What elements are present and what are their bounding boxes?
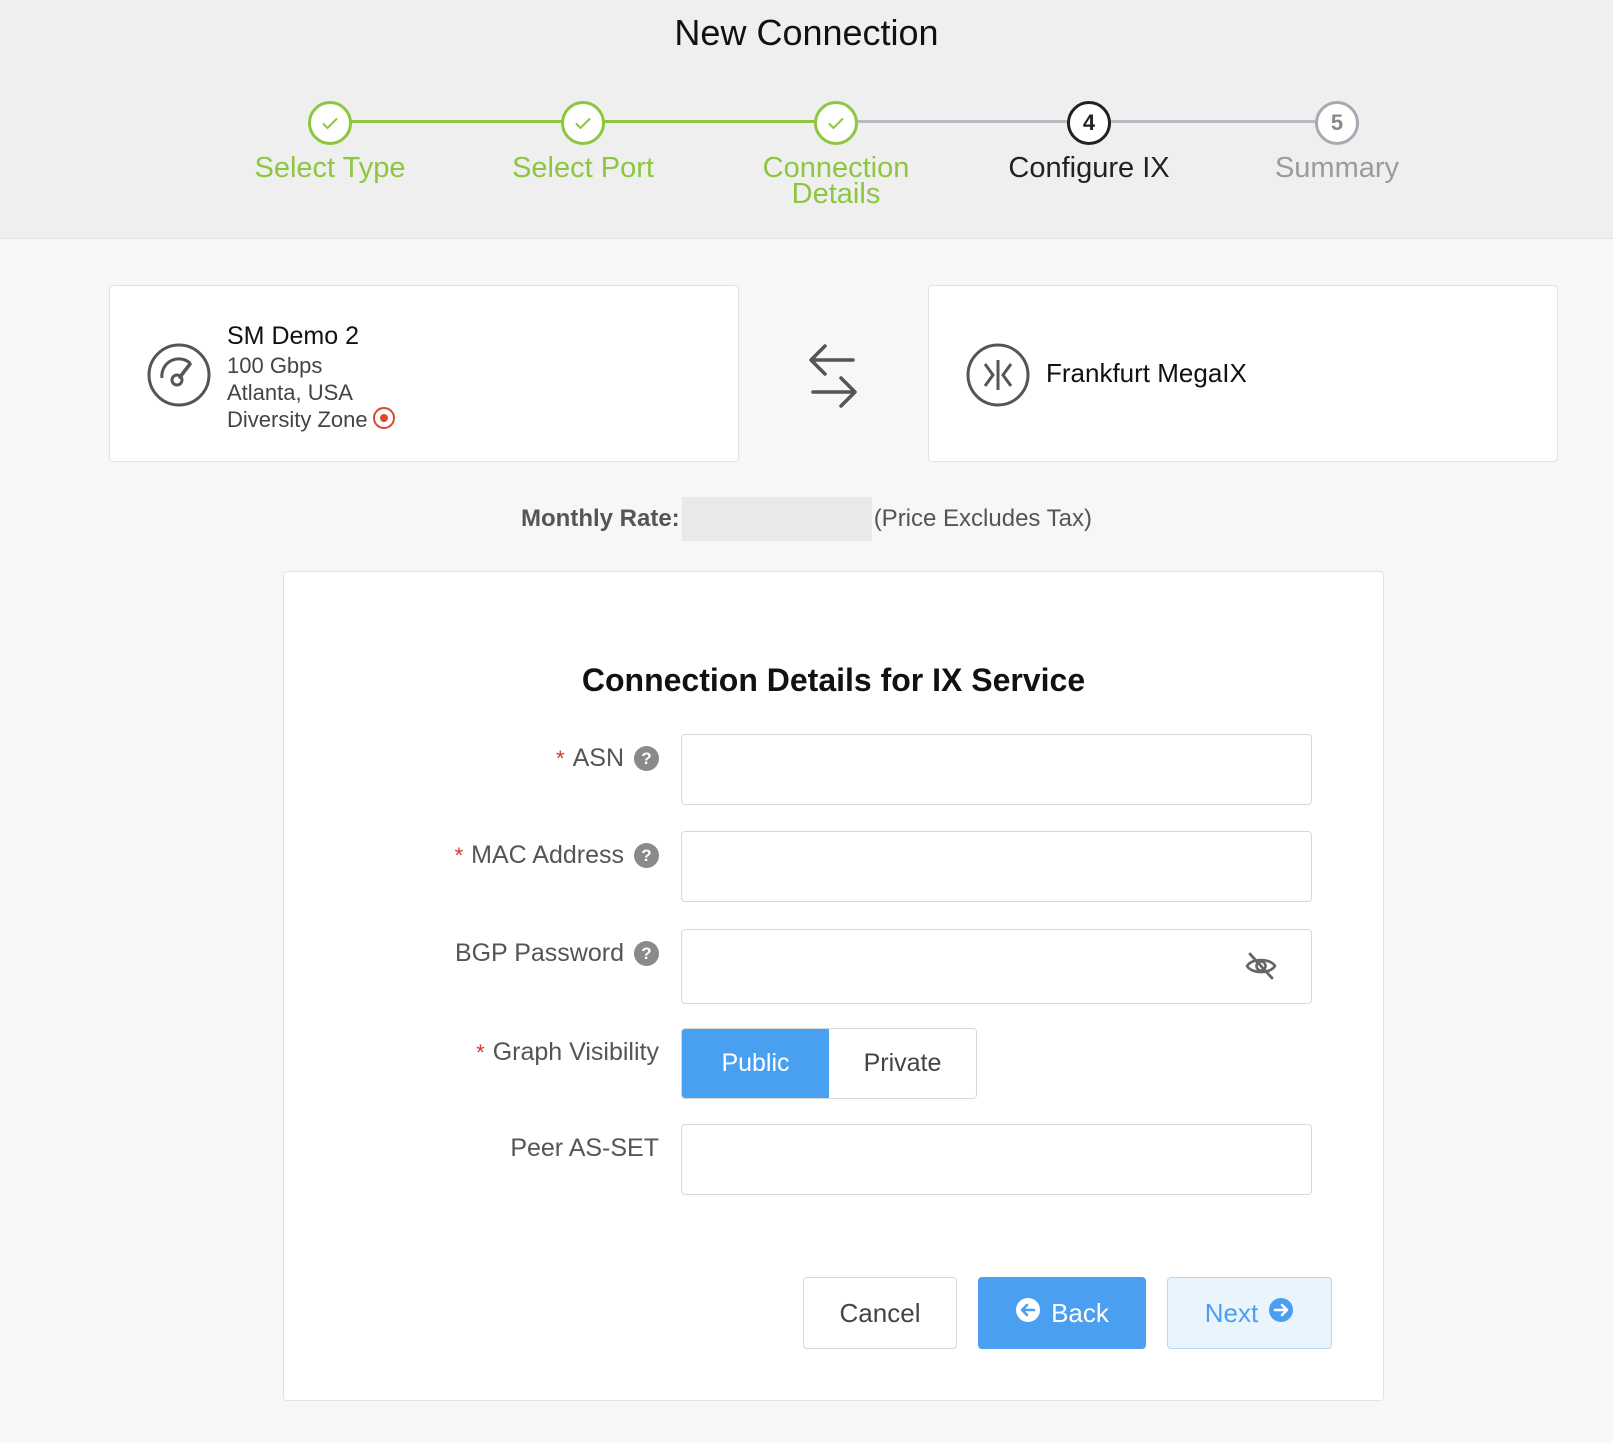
source-name: SM Demo 2 [227, 322, 359, 350]
peer-as-set-input[interactable] [681, 1124, 1312, 1195]
next-button[interactable]: Next [1167, 1277, 1332, 1349]
public-option-button[interactable]: Public [682, 1029, 829, 1098]
rate-value [681, 497, 872, 541]
help-icon[interactable]: ? [634, 746, 659, 771]
asn-label: * ASN ? [556, 744, 659, 773]
source-location: Atlanta, USA [227, 380, 353, 405]
stepper: Select Type Select Port Connection Detai… [0, 0, 1613, 239]
back-button[interactable]: Back [978, 1277, 1146, 1349]
back-label: Back [1051, 1297, 1109, 1328]
source-speed: 100 Gbps [227, 353, 323, 378]
step-configure-ix[interactable]: 4 Configure IX [969, 101, 1209, 184]
help-icon[interactable]: ? [634, 941, 659, 966]
source-zone: Diversity Zone [227, 407, 368, 432]
rate-note: (Price Excludes Tax) [873, 505, 1092, 532]
source-zone-row: Diversity Zone [227, 406, 396, 436]
check-icon [308, 101, 352, 145]
destination-ix-card: Frankfurt MegaIX [928, 285, 1558, 462]
required-marker: * [454, 842, 464, 868]
required-marker: * [556, 745, 565, 771]
check-icon [561, 101, 605, 145]
graph-visibility-row: * Graph Visibility Public Private [284, 1028, 1383, 1100]
cancel-button[interactable]: Cancel [803, 1277, 957, 1349]
asn-label-text: ASN [572, 744, 624, 772]
destination-name: Frankfurt MegaIX [1046, 358, 1247, 388]
arrow-left-circle-icon [1015, 1297, 1041, 1330]
speedometer-icon [146, 342, 212, 408]
step-label: Configure IX [1008, 152, 1170, 184]
peer-as-set-row: Peer AS-SET [284, 1124, 1383, 1196]
rate-label: Monthly Rate: [521, 505, 680, 532]
source-details: SM Demo 2 100 Gbps Atlanta, USA Diversit… [227, 320, 396, 436]
eye-slash-icon[interactable] [1244, 949, 1278, 983]
diversity-zone-icon [372, 406, 396, 436]
mac-address-label-text: MAC Address [471, 841, 624, 869]
private-option-button[interactable]: Private [829, 1029, 976, 1098]
mac-address-row: * MAC Address ? [284, 831, 1383, 903]
step-select-port[interactable]: Select Port [463, 101, 703, 184]
step-label: Connection Details [716, 154, 956, 210]
peer-as-set-label-text: Peer AS-SET [510, 1134, 659, 1162]
cancel-label: Cancel [839, 1297, 921, 1328]
step-label: Summary [1274, 152, 1400, 184]
bgp-password-label-text: BGP Password [454, 939, 624, 967]
bgp-password-input[interactable] [681, 929, 1312, 1004]
form-title: Connection Details for IX Service [581, 662, 1086, 698]
step-label: Select Type [254, 152, 406, 184]
mac-address-label: * MAC Address ? [455, 841, 659, 870]
source-port-card: SM Demo 2 100 Gbps Atlanta, USA Diversit… [109, 285, 739, 462]
check-icon [814, 101, 858, 145]
step-number: 5 [1315, 101, 1359, 145]
swap-arrows-icon [805, 340, 861, 412]
peer-as-set-label: Peer AS-SET [510, 1134, 659, 1163]
asn-input[interactable] [681, 734, 1312, 805]
required-marker: * [476, 1039, 485, 1065]
help-icon[interactable]: ? [634, 843, 659, 868]
step-connection-details[interactable]: Connection Details [716, 101, 956, 210]
mac-address-input[interactable] [681, 831, 1312, 902]
ix-details-form: Connection Details for IX Service * ASN … [283, 571, 1384, 1401]
arrow-right-circle-icon [1268, 1297, 1294, 1330]
step-select-type[interactable]: Select Type [210, 101, 450, 184]
wizard-header: New Connection Select Type Select Port C… [0, 0, 1613, 239]
step-summary[interactable]: 5 Summary [1217, 101, 1457, 184]
bgp-password-label: BGP Password ? [455, 939, 659, 968]
asn-row: * ASN ? [284, 734, 1383, 806]
step-label: Select Port [512, 152, 654, 184]
next-label: Next [1204, 1297, 1259, 1328]
graph-visibility-label: * Graph Visibility [476, 1038, 659, 1067]
monthly-rate: Monthly Rate: (Price Excludes Tax) [0, 497, 1613, 541]
step-label-line: Details [791, 178, 881, 210]
bgp-password-row: BGP Password ? [284, 929, 1383, 1004]
step-number: 4 [1067, 101, 1111, 145]
graph-visibility-label-text: Graph Visibility [492, 1038, 659, 1066]
ix-icon [965, 342, 1031, 408]
graph-visibility-toggle: Public Private [681, 1028, 977, 1099]
